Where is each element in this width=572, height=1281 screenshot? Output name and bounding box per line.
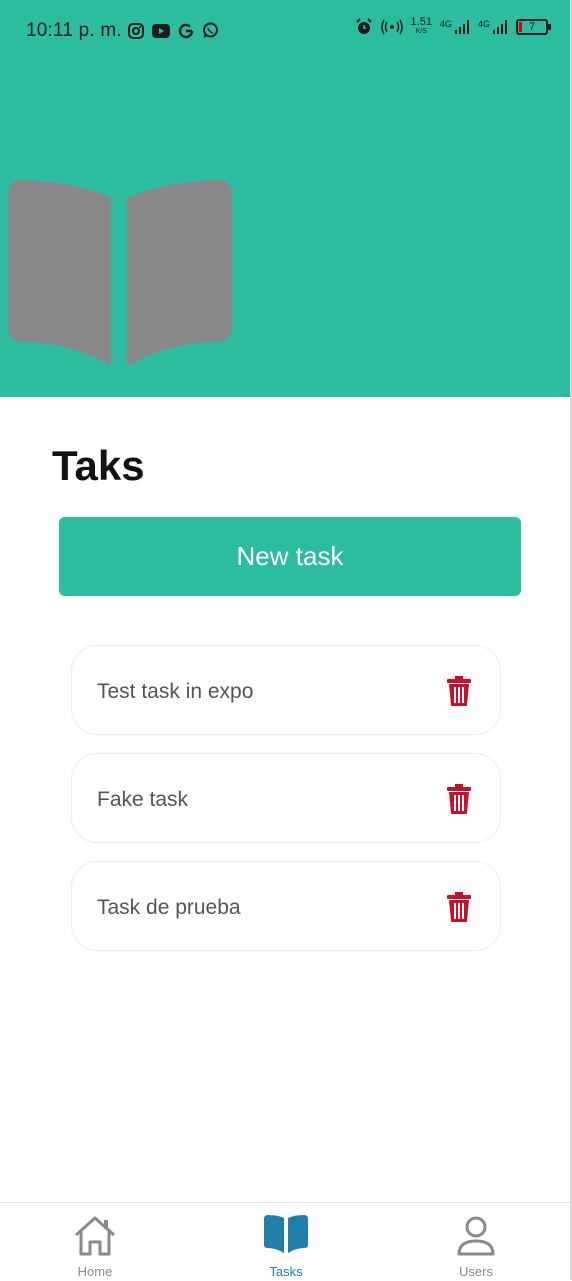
- page-title: Taks: [52, 442, 145, 489]
- status-time: 10:11 p. m.: [26, 20, 122, 41]
- home-icon: [74, 1216, 116, 1256]
- task-label: Test task in expo: [97, 680, 254, 703]
- nav-item-tasks[interactable]: Tasks: [226, 1203, 346, 1281]
- signal-2: 4G: [478, 19, 508, 35]
- nav-label-home: Home: [77, 1264, 113, 1279]
- trash-icon[interactable]: [446, 784, 472, 814]
- youtube-icon: [152, 23, 170, 38]
- speed-unit: K/S: [415, 28, 427, 35]
- google-icon: [178, 23, 194, 38]
- hotspot-icon: [380, 19, 403, 35]
- network-type-2: 4G: [477, 19, 490, 29]
- book-icon: [264, 1215, 308, 1253]
- battery-icon: 7: [516, 19, 551, 35]
- network-type-1: 4G: [439, 19, 452, 29]
- nav-label-users: Users: [459, 1264, 493, 1279]
- task-card[interactable]: Fake task: [71, 753, 501, 843]
- battery-level: 7: [528, 21, 536, 33]
- new-task-button[interactable]: New task: [59, 517, 521, 596]
- trash-icon[interactable]: [446, 892, 472, 922]
- instagram-icon: [128, 22, 144, 39]
- alarm-icon: [355, 18, 372, 34]
- user-icon: [457, 1216, 495, 1256]
- task-card[interactable]: Test task in expo: [71, 645, 501, 735]
- task-label: Fake task: [97, 788, 189, 811]
- task-label: Task de prueba: [97, 896, 241, 919]
- task-card[interactable]: Task de prueba: [71, 861, 501, 951]
- header-banner: 10:11 p. m. 1.51 K/S 4G 4G 7: [0, 0, 572, 397]
- status-bar: 10:11 p. m. 1.51 K/S 4G 4G 7: [0, 0, 572, 64]
- signal-bars-icon: [454, 20, 469, 34]
- trash-icon[interactable]: [446, 676, 472, 706]
- signal-1: 4G: [440, 19, 470, 35]
- nav-label-tasks: Tasks: [269, 1264, 303, 1279]
- signal-bars-icon: [493, 20, 507, 34]
- nav-item-users[interactable]: Users: [416, 1203, 536, 1281]
- book-illustration-icon: [8, 180, 232, 366]
- whatsapp-icon: [203, 22, 218, 38]
- speed-indicator: 1.51 K/S: [410, 16, 432, 36]
- nav-item-home[interactable]: Home: [35, 1203, 155, 1281]
- bottom-navigation: Home Tasks Users: [0, 1202, 572, 1281]
- speed-value: 1.51: [410, 16, 432, 28]
